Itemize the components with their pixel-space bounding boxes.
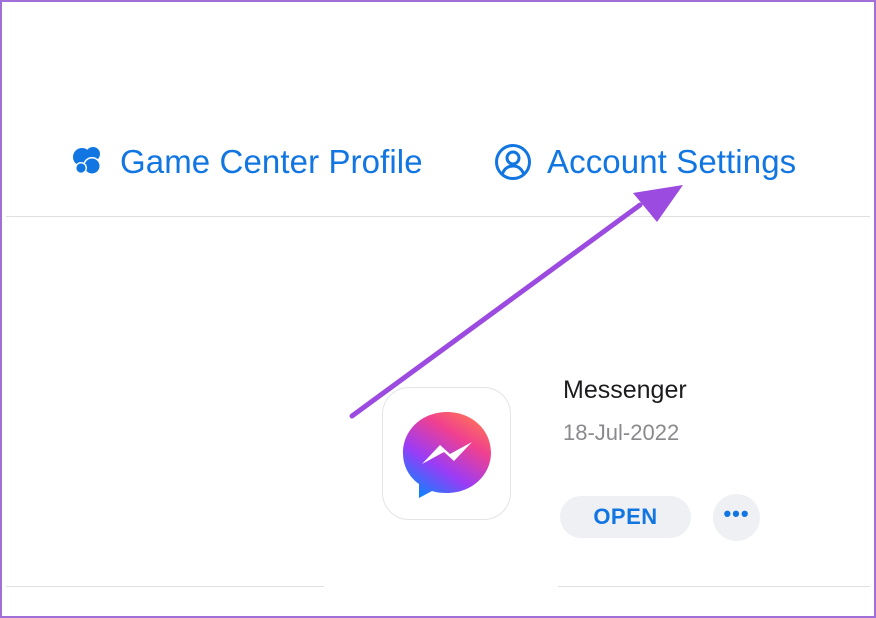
row-divider-left: [6, 586, 324, 587]
ellipsis-icon: •••: [723, 500, 750, 526]
game-center-profile-label: Game Center Profile: [120, 143, 423, 180]
game-center-icon: [70, 144, 106, 180]
header-divider: [6, 216, 870, 217]
account-settings-link[interactable]: Account Settings: [493, 140, 796, 184]
open-button[interactable]: OPEN: [560, 496, 691, 538]
person-circle-icon: [493, 142, 533, 182]
more-options-button[interactable]: •••: [713, 494, 760, 541]
app-name: Messenger: [563, 376, 687, 404]
messenger-icon[interactable]: [383, 388, 510, 519]
header-bar: Game Center Profile Account Settings: [0, 0, 876, 216]
app-date: 18-Jul-2022: [563, 420, 680, 445]
game-center-profile-link[interactable]: Game Center Profile: [70, 140, 423, 184]
account-settings-label: Account Settings: [547, 143, 797, 180]
row-divider-right: [558, 586, 870, 587]
